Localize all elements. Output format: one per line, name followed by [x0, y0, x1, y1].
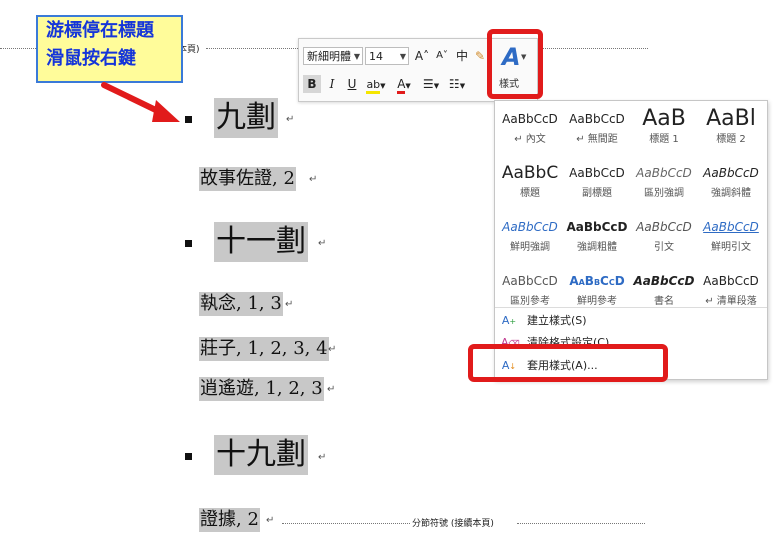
style-intense-quote[interactable]: AaBbCcD 鮮明引文	[698, 211, 764, 261]
style-heading-1[interactable]: AaB 標題 1	[631, 103, 697, 153]
style-preview: AaBbCcD	[569, 274, 625, 288]
styles-gallery: AaBbCcD ↵ 內文 AaBbCcD ↵ 無間距 AaB 標題 1 AaBl…	[494, 100, 768, 380]
font-size-combo[interactable]: 14 ▼	[365, 47, 409, 65]
underline-button[interactable]: U	[343, 75, 361, 93]
style-preview: AaBbCcD	[636, 166, 692, 180]
paragraph-mark: ↵	[266, 515, 275, 526]
font-color-button[interactable]: A▼	[393, 75, 415, 94]
gallery-separator	[495, 307, 767, 308]
apply-styles-highlight	[468, 344, 668, 382]
style-subtle-emphasis[interactable]: AaBbCcD 區別強調	[631, 157, 697, 207]
paragraph-mark: ↵	[286, 114, 295, 125]
section-break-bottom-label: 分節符號 (接續本頁)	[412, 519, 494, 529]
style-no-spacing[interactable]: AaBbCcD ↵ 無間距	[564, 103, 630, 153]
style-emphasis[interactable]: AaBbCcD 強調斜體	[698, 157, 764, 207]
style-name: 強調斜體	[711, 188, 751, 199]
style-preview: AaBbCcD	[569, 112, 625, 126]
style-name: 鮮明引文	[711, 242, 751, 253]
bullets-icon[interactable]: ☰▼	[419, 75, 443, 93]
paragraph-mark: ↵	[285, 299, 294, 310]
style-quote[interactable]: AaBbCcD 引文	[631, 211, 697, 261]
heading-11-strokes[interactable]: 十一劃	[214, 222, 308, 262]
style-name: 引文	[654, 242, 674, 253]
create-style-label: 建立樣式(S)	[527, 314, 587, 327]
bullet	[185, 453, 192, 460]
callout-line-1: 游標停在標題	[46, 20, 154, 41]
chevron-down-icon: ▼	[399, 52, 406, 61]
index-entry[interactable]: 逍遙遊, 1, 2, 3	[199, 377, 324, 401]
shrink-font-button[interactable]: A˅	[433, 47, 451, 65]
styles-button-highlight	[487, 29, 543, 99]
style-preview: AaBbCcD	[703, 166, 759, 180]
style-name: 標題 2	[716, 134, 746, 145]
style-preview: AaB	[642, 106, 686, 131]
style-preview: AaBbCcD	[569, 166, 625, 180]
style-heading-2[interactable]: AaBl 標題 2	[698, 103, 764, 153]
style-subtitle[interactable]: AaBbCcD 副標題	[564, 157, 630, 207]
callout-line-2: 滑鼠按右鍵	[46, 48, 136, 69]
paragraph-mark: ↵	[318, 452, 327, 463]
heading-19-strokes[interactable]: 十九劃	[214, 435, 308, 475]
style-title[interactable]: AaBbC 標題	[497, 157, 563, 207]
style-normal[interactable]: AaBbCcD ↵ 內文	[497, 103, 563, 153]
style-preview: AaBbCcD	[502, 220, 558, 234]
section-break-top-line-right	[206, 48, 298, 49]
index-entry[interactable]: 故事佐證, 2	[199, 167, 296, 191]
create-style-item[interactable]: A+ 建立樣式(S)	[495, 311, 767, 331]
section-break-bottom-line-right	[517, 523, 645, 524]
style-strong[interactable]: AaBbCcD 強調粗體	[564, 211, 630, 261]
bold-button[interactable]: B	[303, 75, 321, 93]
style-intense-emphasis[interactable]: AaBbCcD 鮮明強調	[497, 211, 563, 261]
style-preview: AaBbCcD	[703, 274, 759, 288]
style-name: 鮮明強調	[510, 242, 550, 253]
style-name: 標題 1	[649, 134, 679, 145]
style-name: 區別強調	[644, 188, 684, 199]
heading-9-strokes[interactable]: 九劃	[214, 98, 278, 138]
index-entry[interactable]: 執念, 1, 3	[199, 292, 283, 316]
style-preview: AaBl	[706, 106, 756, 131]
font-name-combo[interactable]: 新細明體 ▼	[303, 47, 363, 65]
red-arrow-icon	[101, 82, 180, 122]
chevron-down-icon: ▼	[353, 52, 360, 61]
style-name: 標題	[520, 188, 540, 199]
font-size-value: 14	[369, 50, 383, 63]
paragraph-mark: ↵	[318, 238, 327, 249]
style-preview: AaBbCcD	[703, 220, 759, 234]
index-entry[interactable]: 證據, 2	[199, 508, 260, 532]
style-preview: AaBbCcD	[566, 220, 628, 234]
style-name: ↵ 無間距	[576, 134, 618, 145]
style-preview: AaBbCcD	[636, 220, 692, 234]
style-preview: AaBbC	[501, 163, 559, 183]
highlight-icon: ab	[366, 78, 381, 94]
style-name: 強調粗體	[577, 242, 617, 253]
style-preview: AaBbCcD	[502, 274, 558, 288]
phonetic-guide-button[interactable]: 中	[453, 47, 471, 65]
grow-font-button[interactable]: A˄	[413, 47, 431, 65]
index-entry[interactable]: 莊子, 1, 2, 3, 4	[199, 337, 329, 361]
numbering-icon[interactable]: ☷▼	[445, 75, 469, 93]
style-preview: AaBbCcD	[633, 274, 695, 288]
section-break-bottom-line	[282, 523, 410, 524]
style-preview: AaBbCcD	[502, 112, 558, 126]
bullet	[185, 240, 192, 247]
style-name: ↵ 內文	[514, 134, 546, 145]
font-name-value: 新細明體	[307, 50, 351, 63]
instruction-callout: 游標停在標題 滑鼠按右鍵	[36, 15, 183, 83]
create-style-icon: A+	[501, 314, 517, 327]
paragraph-mark: ↵	[327, 384, 336, 395]
paragraph-mark: ↵	[328, 344, 337, 355]
italic-button[interactable]: I	[323, 75, 341, 93]
style-name: 副標題	[582, 188, 612, 199]
section-break-top-line-far	[536, 48, 648, 49]
paragraph-mark: ↵	[309, 174, 318, 185]
highlight-button[interactable]: ab▼	[363, 75, 389, 94]
